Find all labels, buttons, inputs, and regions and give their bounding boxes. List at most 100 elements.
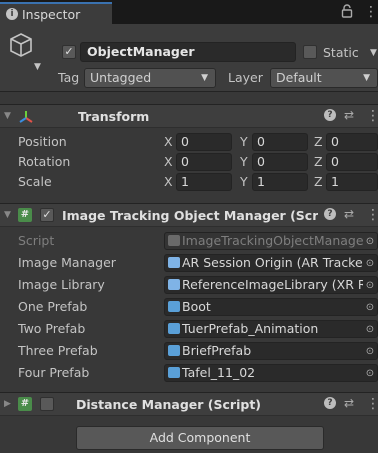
object-picker-icon[interactable]: ⊙ bbox=[363, 322, 377, 337]
prefab-icon bbox=[168, 367, 180, 378]
transform-row-position: Position X 0 Y 0 Z 0 bbox=[0, 132, 378, 152]
help-icon[interactable]: ? bbox=[324, 109, 336, 121]
four-prefab-field[interactable]: Tafel_11_02 ⊙ bbox=[164, 364, 378, 382]
icon-dropdown-caret-icon[interactable]: ▼ bbox=[34, 62, 41, 72]
script-field-value: ImageTrackingObjectManage bbox=[182, 233, 364, 248]
three-prefab-value: BriefPrefab bbox=[182, 343, 252, 358]
field-row-script: Script ImageTrackingObjectManage ⊙ bbox=[0, 231, 378, 251]
one-prefab-label: One Prefab bbox=[18, 299, 88, 314]
x-axis-label: X bbox=[164, 154, 173, 169]
layer-dropdown-value: Default bbox=[276, 70, 322, 85]
image-tracking-header[interactable]: ▼ # ✓ Image Tracking Object Manager (Scr… bbox=[0, 203, 378, 227]
two-prefab-field[interactable]: TuerPrefab_Animation ⊙ bbox=[164, 320, 378, 338]
tab-inspector[interactable]: i Inspector bbox=[0, 2, 112, 24]
object-picker-icon[interactable]: ⊙ bbox=[363, 278, 377, 293]
static-checkbox[interactable] bbox=[303, 45, 317, 59]
help-icon[interactable]: ? bbox=[324, 397, 336, 409]
tag-dropdown[interactable]: Untagged ▼ bbox=[84, 68, 216, 88]
help-icon[interactable]: ? bbox=[324, 208, 336, 220]
static-dropdown-icon[interactable]: ▼ bbox=[370, 48, 377, 58]
transform-row-scale: Scale X 1 Y 1 Z 1 bbox=[0, 172, 378, 192]
distance-manager-header[interactable]: ▶ # Distance Manager (Script) ? ⇄ ⋮ bbox=[0, 392, 378, 416]
gameobject-cube-icon bbox=[10, 33, 32, 57]
object-picker-icon[interactable]: ⊙ bbox=[363, 366, 377, 381]
tag-dropdown-value: Untagged bbox=[90, 70, 152, 85]
scale-z-field[interactable]: 1 bbox=[326, 173, 378, 191]
object-picker-icon: ⊙ bbox=[363, 234, 377, 249]
rotation-label: Rotation bbox=[18, 154, 71, 169]
layer-dropdown[interactable]: Default ▼ bbox=[270, 68, 378, 88]
image-library-field[interactable]: ReferenceImageLibrary (XR R ⊙ bbox=[164, 276, 378, 294]
transform-axes-icon bbox=[19, 111, 33, 123]
object-picker-icon[interactable]: ⊙ bbox=[363, 300, 377, 315]
field-row-one-prefab: One Prefab Boot ⊙ bbox=[0, 297, 378, 317]
image-library-label: Image Library bbox=[18, 277, 105, 292]
distance-manager-enabled-checkbox[interactable] bbox=[40, 397, 54, 411]
fold-arrow-collapsed-icon[interactable]: ▶ bbox=[4, 399, 11, 409]
position-z-field[interactable]: 0 bbox=[326, 133, 378, 151]
transform-row-rotation: Rotation X 0 Y 0 Z 0 bbox=[0, 152, 378, 172]
object-name-field[interactable]: ObjectManager bbox=[80, 42, 296, 62]
four-prefab-label: Four Prefab bbox=[18, 365, 90, 380]
x-axis-label: X bbox=[164, 134, 173, 149]
transform-title: Transform bbox=[78, 109, 150, 124]
two-prefab-value: TuerPrefab_Animation bbox=[182, 321, 319, 336]
z-axis-label: Z bbox=[314, 174, 323, 189]
image-manager-label: Image Manager bbox=[18, 255, 116, 270]
one-prefab-field[interactable]: Boot ⊙ bbox=[164, 298, 378, 316]
rotation-y-field[interactable]: 0 bbox=[252, 153, 308, 171]
x-axis-label: X bbox=[164, 174, 173, 189]
lock-icon[interactable] bbox=[341, 4, 355, 20]
scale-x-field[interactable]: 1 bbox=[176, 173, 232, 191]
field-row-four-prefab: Four Prefab Tafel_11_02 ⊙ bbox=[0, 363, 378, 383]
scale-label: Scale bbox=[18, 174, 52, 189]
object-picker-icon[interactable]: ⊙ bbox=[363, 256, 377, 271]
y-axis-label: Y bbox=[240, 174, 248, 189]
three-prefab-field[interactable]: BriefPrefab ⊙ bbox=[164, 342, 378, 360]
preset-icon[interactable]: ⇄ bbox=[344, 108, 354, 122]
transform-header[interactable]: ▼ Transform ? ⇄ ⋮ bbox=[0, 104, 378, 128]
prefab-icon bbox=[168, 345, 180, 356]
tab-inspector-label: Inspector bbox=[22, 6, 81, 22]
position-y-field[interactable]: 0 bbox=[252, 133, 308, 151]
rotation-x-field[interactable]: 0 bbox=[176, 153, 232, 171]
position-x-field[interactable]: 0 bbox=[176, 133, 232, 151]
image-manager-value: AR Session Origin (AR Tracke bbox=[182, 255, 363, 270]
preset-icon[interactable]: ⇄ bbox=[344, 396, 354, 410]
component-menu-icon[interactable]: ⋮ bbox=[366, 109, 378, 123]
rotation-z-field[interactable]: 0 bbox=[326, 153, 378, 171]
more-options-icon[interactable]: ⋮ bbox=[364, 5, 378, 19]
object-header: ▼ ✓ ObjectManager Static ▼ Tag Untagged … bbox=[0, 24, 378, 92]
fold-arrow-icon[interactable]: ▼ bbox=[4, 210, 11, 220]
tab-bar: i Inspector ⋮ bbox=[0, 0, 378, 24]
object-picker-icon[interactable]: ⊙ bbox=[363, 344, 377, 359]
field-row-three-prefab: Three Prefab BriefPrefab ⊙ bbox=[0, 341, 378, 361]
fold-arrow-icon[interactable]: ▼ bbox=[4, 111, 11, 121]
tag-label: Tag bbox=[58, 70, 80, 85]
y-axis-label: Y bbox=[240, 134, 248, 149]
info-icon: i bbox=[6, 8, 18, 20]
script-icon: # bbox=[18, 208, 32, 222]
component-menu-icon[interactable]: ⋮ bbox=[366, 208, 378, 222]
prefab-icon bbox=[168, 301, 180, 312]
layer-label: Layer bbox=[228, 70, 263, 85]
transform-body: Position X 0 Y 0 Z 0 Rotation X 0 Y 0 Z … bbox=[0, 128, 378, 196]
image-tracking-enabled-checkbox[interactable]: ✓ bbox=[40, 208, 54, 222]
three-prefab-label: Three Prefab bbox=[18, 343, 98, 358]
field-row-two-prefab: Two Prefab TuerPrefab_Animation ⊙ bbox=[0, 319, 378, 339]
y-axis-label: Y bbox=[240, 154, 248, 169]
preset-icon[interactable]: ⇄ bbox=[344, 207, 354, 221]
chevron-down-icon: ▼ bbox=[201, 73, 208, 83]
z-axis-label: Z bbox=[314, 154, 323, 169]
image-manager-field[interactable]: AR Session Origin (AR Tracke ⊙ bbox=[164, 254, 378, 272]
four-prefab-value: Tafel_11_02 bbox=[182, 365, 256, 380]
component-icon bbox=[168, 279, 180, 290]
add-component-button[interactable]: Add Component bbox=[76, 426, 324, 450]
active-checkbox[interactable]: ✓ bbox=[62, 45, 76, 59]
component-menu-icon[interactable]: ⋮ bbox=[366, 397, 378, 411]
field-row-image-library: Image Library ReferenceImageLibrary (XR … bbox=[0, 275, 378, 295]
prefab-icon bbox=[168, 323, 180, 334]
scale-y-field[interactable]: 1 bbox=[252, 173, 308, 191]
script-field: ImageTrackingObjectManage ⊙ bbox=[164, 232, 378, 250]
script-file-icon bbox=[168, 235, 180, 246]
